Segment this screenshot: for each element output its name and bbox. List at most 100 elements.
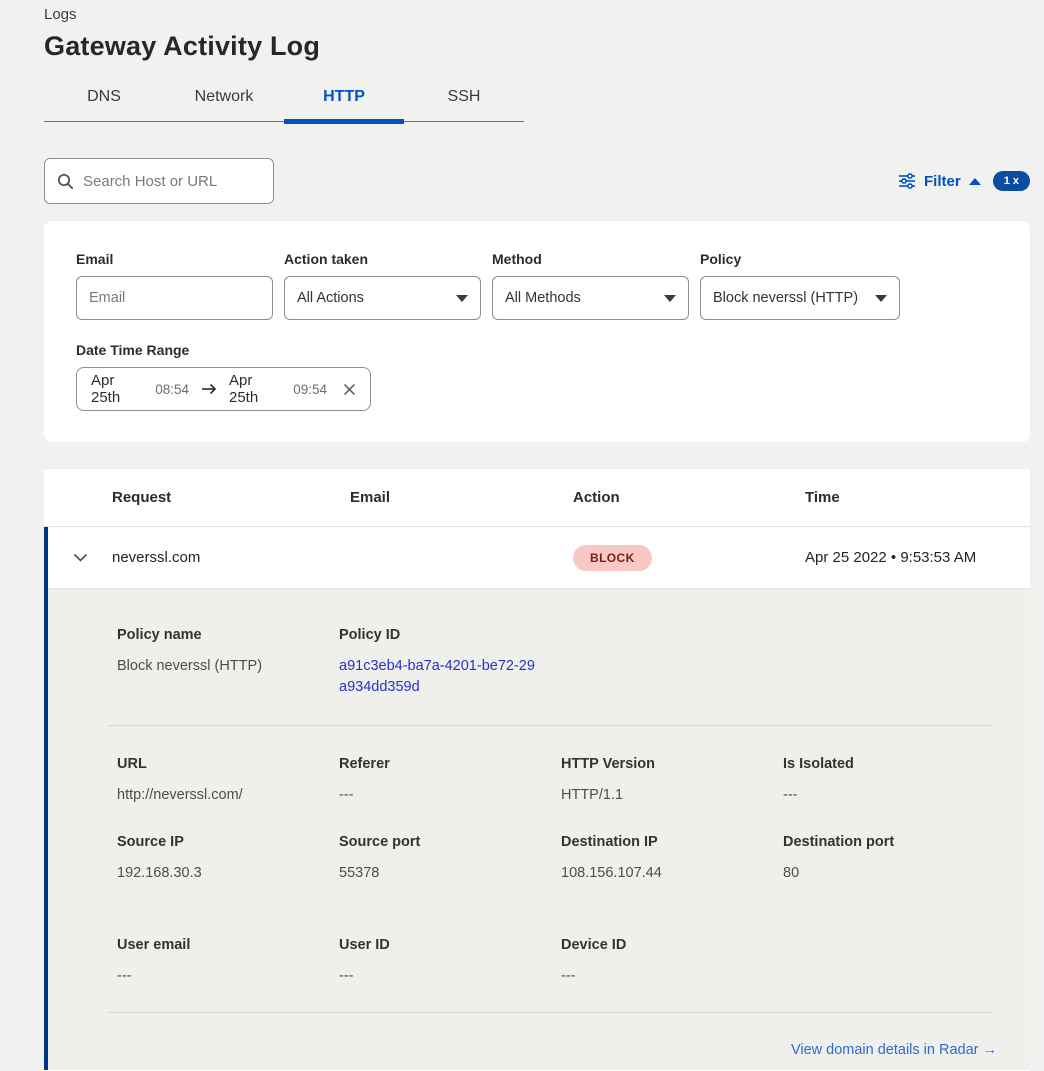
end-time: 09:54 bbox=[293, 382, 327, 397]
action-cell: BLOCK bbox=[573, 545, 805, 571]
policy-filter-field: Policy Block neverssl (HTTP) bbox=[700, 251, 900, 320]
url-value: http://neverssl.com/ bbox=[117, 787, 339, 803]
url-field: URL http://neverssl.com/ bbox=[117, 756, 339, 803]
request-cell: neverssl.com bbox=[112, 549, 350, 566]
method-select[interactable]: All Methods bbox=[492, 276, 689, 320]
source-ip-value: 192.168.30.3 bbox=[117, 865, 339, 881]
connection-section: URL http://neverssl.com/ Referer --- HTT… bbox=[48, 726, 1030, 1059]
http-version-field: HTTP Version HTTP/1.1 bbox=[561, 756, 783, 803]
radar-link-row: View domain details in Radar → bbox=[117, 1013, 1030, 1059]
filter-panel: Email Action taken All Actions Method Al… bbox=[44, 221, 1030, 442]
destination-ip-field: Destination IP 108.156.107.44 bbox=[561, 834, 783, 881]
tab-dns[interactable]: DNS bbox=[44, 78, 164, 121]
policy-name-label: Policy name bbox=[117, 627, 339, 643]
ip-row: Source IP 192.168.30.3 Source port 55378… bbox=[117, 834, 1030, 881]
toolbar: Filter 1 x bbox=[44, 158, 1030, 204]
action-select[interactable]: All Actions bbox=[284, 276, 481, 320]
chevron-down-icon[interactable] bbox=[73, 553, 88, 562]
caret-down-icon bbox=[875, 295, 887, 302]
page-content: Logs Gateway Activity Log DNS Network HT… bbox=[0, 0, 1044, 442]
empty-cell bbox=[783, 937, 1005, 984]
search-input[interactable] bbox=[83, 173, 282, 190]
url-label: URL bbox=[117, 756, 339, 772]
device-id-value: --- bbox=[561, 968, 783, 984]
user-id-field: User ID --- bbox=[339, 937, 561, 984]
table-row[interactable]: neverssl.com BLOCK Apr 25 2022 • 9:53:53… bbox=[48, 527, 1030, 589]
table-header-row: Request Email Action Time bbox=[44, 469, 1030, 527]
user-id-label: User ID bbox=[339, 937, 561, 953]
column-header-time: Time bbox=[805, 489, 1030, 506]
breadcrumb[interactable]: Logs bbox=[44, 4, 1030, 23]
clear-date-range-icon[interactable] bbox=[343, 383, 356, 396]
source-port-field: Source port 55378 bbox=[339, 834, 561, 881]
email-filter-field: Email bbox=[76, 251, 273, 320]
http-version-label: HTTP Version bbox=[561, 756, 783, 772]
is-isolated-field: Is Isolated --- bbox=[783, 756, 1005, 803]
method-filter-field: Method All Methods bbox=[492, 251, 689, 320]
policy-id-label: Policy ID bbox=[339, 627, 561, 643]
policy-select-value: Block neverssl (HTTP) bbox=[713, 290, 858, 306]
is-isolated-label: Is Isolated bbox=[783, 756, 1005, 772]
tab-network[interactable]: Network bbox=[164, 78, 284, 121]
device-id-label: Device ID bbox=[561, 937, 783, 953]
user-email-label: User email bbox=[117, 937, 339, 953]
referer-label: Referer bbox=[339, 756, 561, 772]
search-icon bbox=[57, 173, 74, 190]
filter-count-badge[interactable]: 1 x bbox=[993, 171, 1030, 191]
radar-link[interactable]: View domain details in Radar → bbox=[791, 1042, 997, 1058]
policy-id-link[interactable]: a91c3eb4-ba7a-4201-be72-29a934dd359d bbox=[339, 656, 535, 698]
referer-field: Referer --- bbox=[339, 756, 561, 803]
column-header-email: Email bbox=[350, 489, 573, 506]
filter-fields-row: Email Action taken All Actions Method Al… bbox=[76, 251, 998, 320]
date-range-field: Date Time Range Apr 25th 08:54 Apr 25th … bbox=[76, 342, 998, 411]
user-email-value: --- bbox=[117, 968, 339, 984]
policy-select[interactable]: Block neverssl (HTTP) bbox=[700, 276, 900, 320]
search-box[interactable] bbox=[44, 158, 274, 204]
source-ip-field: Source IP 192.168.30.3 bbox=[117, 834, 339, 881]
policy-name-field: Policy name Block neverssl (HTTP) bbox=[117, 627, 339, 698]
is-isolated-value: --- bbox=[783, 787, 1005, 803]
date-range-label: Date Time Range bbox=[76, 342, 998, 358]
source-port-value: 55378 bbox=[339, 865, 561, 881]
user-id-value: --- bbox=[339, 968, 561, 984]
action-filter-label: Action taken bbox=[284, 251, 481, 267]
caret-down-icon bbox=[456, 295, 468, 302]
page-title: Gateway Activity Log bbox=[44, 31, 1030, 62]
time-cell: Apr 25 2022 • 9:53:53 AM bbox=[805, 549, 1030, 566]
user-email-field: User email --- bbox=[117, 937, 339, 984]
url-row: URL http://neverssl.com/ Referer --- HTT… bbox=[117, 756, 1030, 803]
log-details-panel: Policy name Block neverssl (HTTP) Policy… bbox=[48, 589, 1030, 1070]
action-select-value: All Actions bbox=[297, 290, 364, 306]
arrow-right-icon bbox=[201, 383, 217, 395]
start-date: Apr 25th bbox=[91, 372, 145, 406]
caret-up-icon[interactable] bbox=[969, 178, 981, 185]
date-range-picker[interactable]: Apr 25th 08:54 Apr 25th 09:54 bbox=[76, 367, 371, 411]
tab-http[interactable]: HTTP bbox=[284, 78, 404, 121]
http-version-value: HTTP/1.1 bbox=[561, 787, 783, 803]
destination-port-value: 80 bbox=[783, 865, 1005, 881]
caret-down-icon bbox=[664, 295, 676, 302]
start-time: 08:54 bbox=[155, 382, 189, 397]
tab-ssh[interactable]: SSH bbox=[404, 78, 524, 121]
status-badge: BLOCK bbox=[573, 545, 652, 571]
destination-port-label: Destination port bbox=[783, 834, 1005, 850]
user-row: User email --- User ID --- Device ID --- bbox=[117, 937, 1030, 984]
expanded-log-entry: neverssl.com BLOCK Apr 25 2022 • 9:53:53… bbox=[44, 527, 1030, 1070]
method-filter-label: Method bbox=[492, 251, 689, 267]
filter-button[interactable]: Filter bbox=[924, 173, 961, 190]
end-date: Apr 25th bbox=[229, 372, 283, 406]
filter-sliders-icon bbox=[898, 173, 916, 189]
method-select-value: All Methods bbox=[505, 290, 581, 306]
log-table: Request Email Action Time neverssl.com B… bbox=[44, 469, 1030, 1071]
filter-controls: Filter 1 x bbox=[898, 171, 1030, 191]
policy-filter-label: Policy bbox=[700, 251, 900, 267]
policy-section: Policy name Block neverssl (HTTP) Policy… bbox=[48, 589, 1030, 725]
action-filter-field: Action taken All Actions bbox=[284, 251, 481, 320]
source-ip-label: Source IP bbox=[117, 834, 339, 850]
tab-bar: DNS Network HTTP SSH bbox=[44, 78, 524, 122]
column-header-action: Action bbox=[573, 489, 805, 506]
email-filter-input[interactable] bbox=[76, 276, 273, 320]
policy-id-field: Policy ID a91c3eb4-ba7a-4201-be72-29a934… bbox=[339, 627, 561, 698]
policy-name-value: Block neverssl (HTTP) bbox=[117, 658, 339, 674]
referer-value: --- bbox=[339, 787, 561, 803]
